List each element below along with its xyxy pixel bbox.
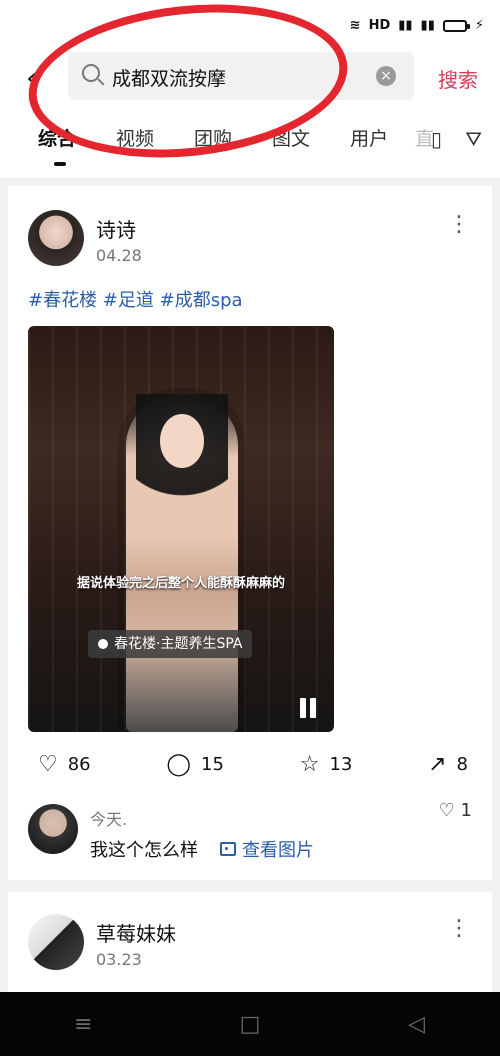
avatar[interactable]: [28, 914, 84, 970]
view-picture-link[interactable]: 查看图片: [220, 836, 314, 862]
signal-icon: ▮▮: [398, 18, 413, 33]
avatar[interactable]: [28, 210, 84, 266]
star-icon: ☆: [299, 752, 320, 777]
video-thumbnail[interactable]: 据说体验完之后整个人能酥酥麻麻的 春花楼·主题养生SPA: [28, 326, 334, 732]
more-options-icon[interactable]: ⋮: [448, 918, 470, 940]
search-button[interactable]: 搜索: [438, 64, 478, 93]
tab-group-buy[interactable]: 团购: [194, 124, 232, 151]
post-card-1[interactable]: 诗诗 04.28 ⋮ #春花楼 #足道 #成都spa 据说体验完之后整个人能酥酥…: [8, 186, 492, 880]
status-bar: ≋ HD ▮▮ ▮▮ ⚡: [350, 18, 484, 33]
search-icon: [82, 64, 100, 82]
charging-icon: ⚡: [474, 18, 484, 33]
share-count: 8: [456, 754, 468, 775]
comment-text: 我这个怎么样: [90, 840, 198, 861]
heart-icon: ♡: [438, 800, 455, 821]
video-face: [160, 414, 204, 468]
post-author[interactable]: 草莓妹妹: [96, 918, 176, 947]
comment-like-count: 1: [460, 800, 472, 821]
post-tags[interactable]: #春花楼 #足道 #成都spa: [28, 286, 243, 312]
comment-action[interactable]: ◯ 15: [166, 752, 224, 777]
search-query-text: 成都双流按摩: [112, 68, 227, 90]
search-input[interactable]: 成都双流按摩 ×: [68, 52, 414, 100]
comment-time: 今天.: [90, 810, 128, 829]
battery-icon: [442, 19, 470, 32]
like-count: 86: [67, 754, 91, 775]
layout-icon[interactable]: ▯: [431, 127, 442, 151]
tab-all[interactable]: 综合: [38, 124, 76, 151]
back-triangle-icon[interactable]: ◁: [400, 1007, 434, 1041]
post-date: 03.23: [96, 950, 142, 969]
post-card-2[interactable]: 草莓妹妹 03.23 ⋮: [8, 892, 492, 1002]
tab-video[interactable]: 视频: [116, 124, 154, 151]
menu-icon[interactable]: ≡: [66, 1007, 100, 1041]
tab-users[interactable]: 用户: [350, 124, 388, 151]
pause-icon[interactable]: [300, 698, 320, 718]
video-caption: 据说体验完之后整个人能酥酥麻麻的: [76, 576, 285, 591]
comment-count: 15: [201, 754, 224, 775]
like-action[interactable]: ♡ 86: [38, 752, 91, 777]
tab-posts[interactable]: 图文: [272, 124, 310, 151]
favorite-count: 13: [329, 754, 353, 775]
post-actions: ♡ 86 ◯ 15 ☆ 13 ↗ 8: [38, 752, 468, 777]
share-icon: ↗: [428, 752, 447, 777]
back-arrow-icon[interactable]: ‹: [26, 64, 37, 92]
view-picture-label: 查看图片: [242, 840, 314, 861]
top-bar: ≋ HD ▮▮ ▮▮ ⚡ ‹ 成都双流按摩 × 搜索 综合 视频 团购 图文 用…: [0, 0, 500, 178]
clear-search-icon[interactable]: ×: [376, 66, 396, 86]
filter-icon[interactable]: ⛛: [465, 127, 482, 151]
location-text: 春花楼·主题养生SPA: [114, 636, 243, 652]
post-date: 04.28: [96, 246, 142, 265]
location-pin-icon: [98, 639, 108, 649]
comment-avatar[interactable]: [28, 804, 78, 854]
home-icon[interactable]: □: [233, 1007, 267, 1041]
more-options-icon[interactable]: ⋮: [448, 214, 470, 236]
favorite-action[interactable]: ☆ 13: [300, 752, 353, 777]
category-tabs: 综合 视频 团购 图文 用户: [38, 124, 388, 151]
heart-icon: ♡: [38, 752, 58, 777]
image-icon: [220, 842, 236, 856]
signal-icon: ▮▮: [420, 18, 435, 33]
wifi-icon: ≋: [349, 18, 361, 33]
location-badge[interactable]: 春花楼·主题养生SPA: [88, 630, 253, 658]
share-action[interactable]: ↗ 8: [428, 752, 468, 777]
hd-icon: HD: [368, 18, 391, 33]
active-tab-indicator: [54, 162, 66, 166]
system-navigation-bar: ≡ □ ◁: [0, 992, 500, 1056]
comment-icon: ◯: [166, 752, 192, 777]
post-author[interactable]: 诗诗: [96, 214, 136, 243]
comment-like-action[interactable]: ♡ 1: [439, 800, 472, 821]
